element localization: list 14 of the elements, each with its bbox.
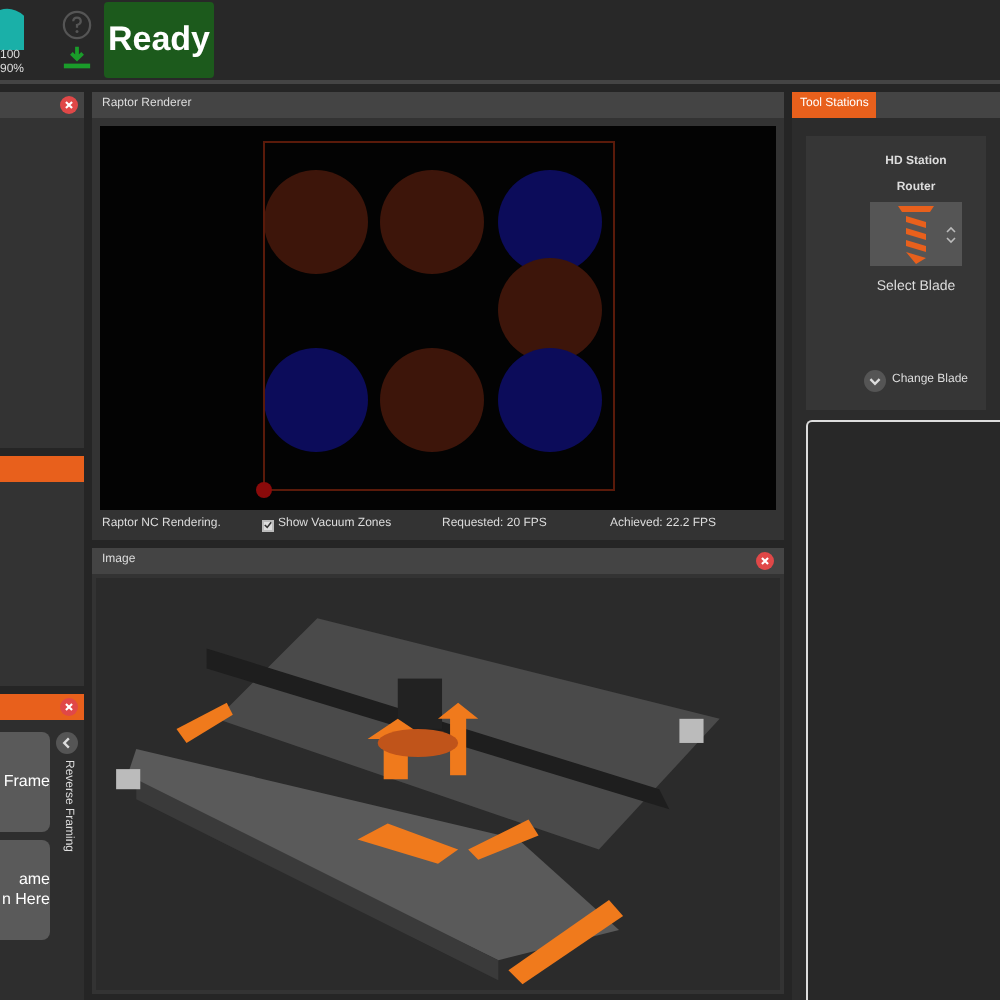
close-icon[interactable] [60, 96, 78, 114]
drill-icon [898, 204, 934, 264]
status-indicator: Ready [104, 2, 214, 78]
frame-button[interactable]: ame n Here [0, 840, 50, 940]
chevron-icon[interactable] [863, 370, 886, 392]
collapse-icon[interactable] [56, 732, 78, 754]
download-icon[interactable] [61, 46, 91, 70]
check-icon [264, 520, 272, 530]
close-icon[interactable] [60, 698, 78, 716]
close-icon[interactable] [756, 552, 774, 570]
frame-button[interactable]: Frame [0, 732, 50, 832]
checkbox[interactable] [262, 519, 274, 531]
origin-marker [256, 482, 272, 498]
spinner-icon[interactable] [946, 225, 956, 243]
